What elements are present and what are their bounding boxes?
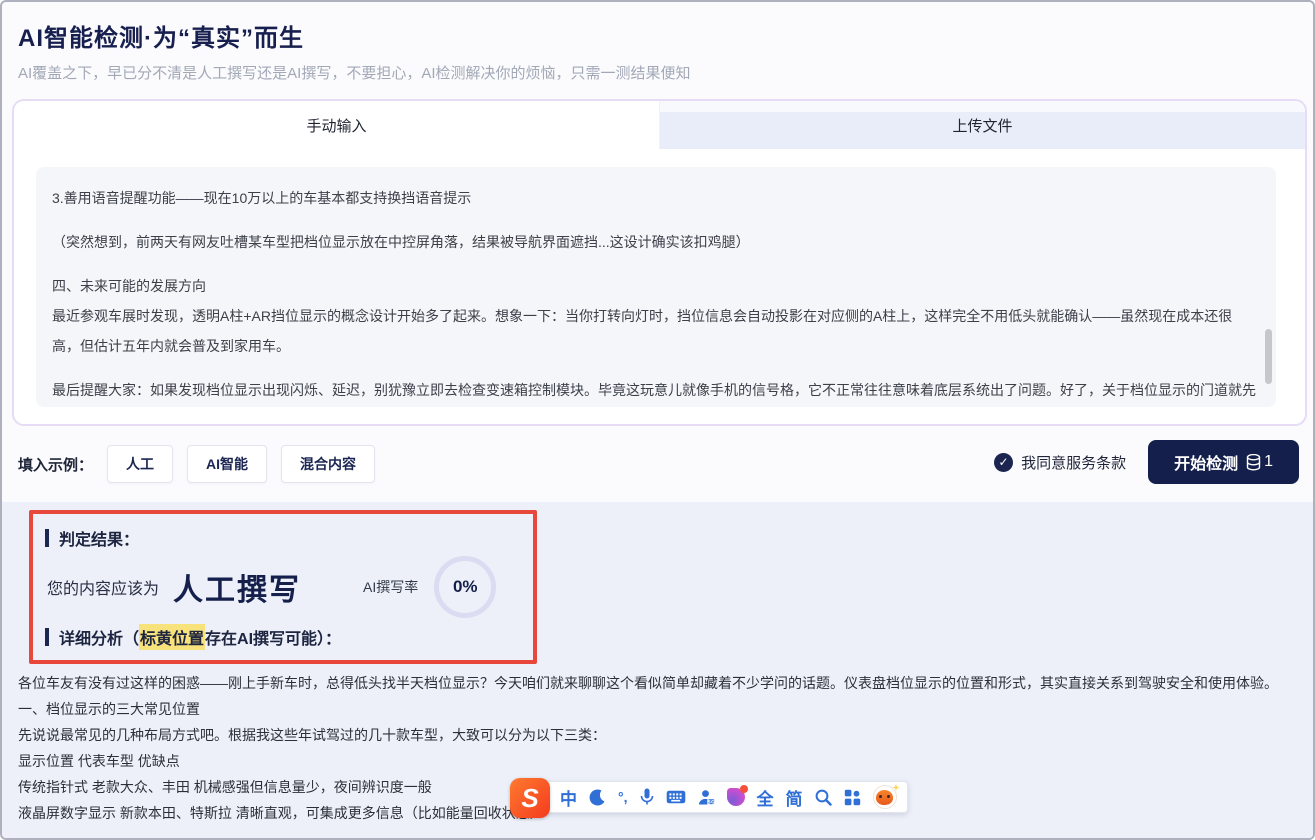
verdict-value: 人工撰写	[173, 565, 301, 609]
ime-fullwidth-mode[interactable]: 全	[757, 785, 774, 810]
checkbox-checked-icon[interactable]: ✓	[994, 453, 1013, 472]
credit-cost: 1	[1246, 453, 1273, 471]
start-detection-button[interactable]: 开始检测 1	[1148, 440, 1299, 484]
editor-paragraph: （突然想到，前两天有网友吐槽某车型把档位显示放在中控屏角落，结果被导航界面遮挡.…	[52, 227, 1256, 257]
section-bar-icon	[45, 529, 49, 547]
analysis-label-post: 存在AI撰写可能）：	[205, 625, 341, 649]
editor-paragraph: 最近参观车展时发现，透明A柱+AR挡位显示的概念设计开始多了起来。想象一下：当你…	[52, 301, 1256, 361]
emoji-face-icon[interactable]	[873, 785, 897, 809]
input-card: 手动输入 上传文件 3.善用语音提醒功能——现在10万以上的车基本都支持换挡语音…	[12, 99, 1307, 426]
toolbox-grid-icon[interactable]	[844, 789, 861, 806]
example-button-ai[interactable]: AI智能	[187, 445, 267, 483]
agree-terms-label: 我同意服务条款	[1021, 452, 1126, 473]
actions-row: ✓ 我同意服务条款 开始检测 1	[994, 440, 1299, 484]
ai-rate-value: 0%	[453, 577, 478, 597]
verdict-prefix: 您的内容应该为	[47, 575, 159, 599]
moon-night-mode-icon[interactable]	[589, 789, 606, 806]
analysis-label-pre: 详细分析（	[59, 625, 139, 649]
page-title: AI智能检测·为“真实”而生	[18, 18, 304, 53]
verdict-label: 判定结果：	[59, 526, 139, 550]
editor-scrollbar-thumb[interactable]	[1265, 329, 1272, 384]
tab-manual-input[interactable]: 手动输入	[14, 101, 659, 149]
text-input-area[interactable]: 3.善用语音提醒功能——现在10万以上的车基本都支持换挡语音提示 （突然想到，前…	[36, 167, 1276, 407]
agree-terms-checkbox[interactable]: ✓ 我同意服务条款	[994, 452, 1126, 473]
analysis-section-label: 详细分析（标黄位置存在AI撰写可能）：	[45, 624, 519, 650]
svg-text:SG: SG	[707, 799, 714, 805]
examples-row: 填入示例： 人工 AI智能 混合内容	[18, 445, 375, 483]
section-bar-icon	[45, 628, 49, 646]
ime-chinese-mode[interactable]: 中	[560, 785, 577, 810]
analysis-paragraph: 一、档位显示的三大常见位置	[18, 696, 1302, 722]
analysis-paragraph: 各位车友有没有过这样的困惑——刚上手新车时，总得低头找半天档位显示？今天咱们就来…	[18, 670, 1302, 696]
example-button-human[interactable]: 人工	[107, 445, 173, 483]
analysis-highlight: 标黄位置	[139, 624, 205, 650]
page-subtitle: AI覆盖之下，早已分不清是人工撰写还是AI撰写，不要担心，AI检测解决你的烦恼，…	[18, 62, 691, 83]
tab-upload-file[interactable]: 上传文件	[659, 101, 1305, 149]
result-box: 判定结果： 您的内容应该为 人工撰写 AI撰写率 0% 详细分析（标黄位置存在A…	[29, 510, 537, 664]
database-icon	[1246, 454, 1261, 471]
keyboard-icon[interactable]	[666, 790, 686, 804]
editor-paragraph: 最后提醒大家：如果发现档位显示出现闪烁、延迟，别犹豫立即去检查变速箱控制模块。毕…	[52, 375, 1256, 407]
verdict-row: 您的内容应该为 人工撰写 AI撰写率 0%	[47, 556, 519, 618]
ai-rate-label: AI撰写率	[363, 577, 418, 597]
skin-theme-icon[interactable]	[727, 788, 745, 806]
tab-bar: 手动输入 上传文件	[14, 101, 1305, 149]
start-detection-label: 开始检测	[1174, 450, 1238, 474]
ai-detect-page: AI智能检测·为“真实”而生 AI覆盖之下，早已分不清是人工撰写还是AI撰写，不…	[0, 0, 1315, 840]
credit-count: 1	[1264, 453, 1273, 471]
ime-punctuation-mode[interactable]: °,	[618, 789, 628, 805]
verdict-section-label: 判定结果：	[45, 526, 519, 550]
microphone-icon[interactable]	[640, 788, 654, 806]
ime-toolbar: S 中 °,	[515, 781, 908, 813]
search-icon[interactable]	[815, 789, 832, 806]
user-account-icon[interactable]: SG	[698, 789, 715, 806]
sogou-logo-icon[interactable]: S	[510, 778, 550, 818]
ime-simplified-mode[interactable]: 简	[786, 785, 803, 810]
examples-label: 填入示例：	[18, 454, 93, 475]
editor-paragraph: 3.善用语音提醒功能——现在10万以上的车基本都支持换挡语音提示	[52, 183, 1256, 213]
example-button-mixed[interactable]: 混合内容	[281, 445, 375, 483]
analysis-paragraph: 先说说最常见的几种布局方式吧。根据我这些年试驾过的几十款车型，大致可以分为以下三…	[18, 722, 1302, 748]
analysis-paragraph: 显示位置 代表车型 优缺点	[18, 748, 1302, 774]
editor-paragraph: 四、未来可能的发展方向	[52, 271, 1256, 301]
ai-rate-circle: 0%	[434, 556, 496, 618]
